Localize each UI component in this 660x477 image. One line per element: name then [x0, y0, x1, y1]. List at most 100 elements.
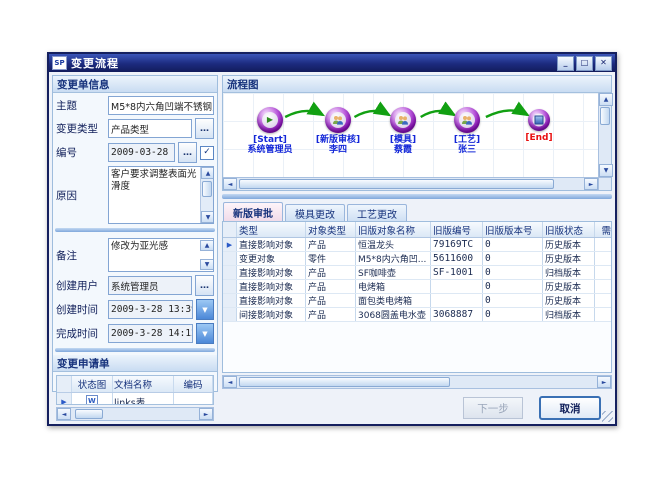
flow-node-start[interactable]: ▶ [Start] 系统管理员 [232, 107, 308, 155]
creator-browse-button[interactable]: … [195, 275, 214, 296]
number-row: 编号 2009-03-28 13:39:01 … ✓ [56, 142, 214, 163]
minimize-button[interactable]: _ [557, 56, 574, 71]
resize-grip[interactable] [602, 411, 613, 422]
creator-row: 创建用户 系统管理员 … [56, 275, 214, 296]
users-icon [332, 115, 344, 125]
spin-down-icon[interactable]: ▼ [200, 259, 214, 270]
grid-row[interactable]: 变更对象 零件 M5*8内六角凹... 5611600 0 历史版本 M5*8.… [223, 252, 611, 266]
change-order-info-panel: 变更单信息 主题 M5*8内六角凹端不锈钢紧固螺钉 变更类型 产品类型 … 编号… [52, 75, 218, 392]
subject-input[interactable]: M5*8内六角凹端不锈钢紧固螺钉 [108, 96, 214, 115]
mold-node-icon[interactable]: ▶ [390, 107, 416, 133]
change-type-browse-button[interactable]: … [195, 118, 214, 139]
row-pointer-icon [223, 294, 237, 307]
flow-vscrollbar[interactable]: ▲ ▼ [598, 93, 611, 177]
grid-row[interactable]: 间接影响对象 产品 3068圆盖电水壶 3068887 0 归档版本 [223, 308, 611, 322]
panel-splitter[interactable] [55, 348, 215, 352]
col-old-version[interactable]: 旧版版本号 [483, 222, 543, 237]
finish-time-dropdown-icon[interactable]: ▼ [196, 323, 214, 344]
number-label: 编号 [56, 145, 105, 160]
start-node-icon[interactable]: ▶ [257, 107, 283, 133]
finish-time-label: 完成时间 [56, 326, 105, 341]
col-old-number[interactable]: 旧版编号 [431, 222, 483, 237]
scroll-up-icon[interactable]: ▲ [201, 167, 214, 179]
titlebar[interactable]: SP 变更流程 _ □ ✕ [49, 54, 615, 72]
play-icon: ▶ [267, 116, 273, 124]
create-time-dropdown-icon[interactable]: ▼ [196, 299, 214, 320]
craft-node-icon[interactable]: ▶ [454, 107, 480, 133]
next-button[interactable]: 下一步 [463, 397, 523, 419]
finish-time-input[interactable]: 2009-3-28 14:12:50 [108, 324, 193, 343]
col-object-type[interactable]: 对象类型 [306, 222, 356, 237]
workflow-panel: 流程图 [222, 75, 612, 392]
grid-row[interactable]: 直接影响对象 产品 面包类电烤箱 0 历史版本 [223, 294, 611, 308]
creator-input[interactable]: 系统管理员 [108, 276, 192, 295]
window-controls: _ □ ✕ [557, 56, 612, 71]
flow-node-end[interactable]: ▶ [End] [501, 109, 577, 143]
col-doc-name[interactable]: 文档名称 [113, 376, 174, 392]
maximize-button[interactable]: □ [576, 56, 593, 71]
close-button[interactable]: ✕ [595, 56, 612, 71]
remark-row: 备注 修改为亚光感 ▲ ▼ [56, 238, 214, 272]
col-type[interactable]: 类型 [237, 222, 306, 237]
scroll-thumb[interactable] [239, 179, 554, 189]
reason-textarea[interactable]: 客户要求调整表面光滑度 ▲ ▼ [108, 166, 214, 224]
remark-label: 备注 [56, 248, 105, 263]
node-label: [End] [501, 133, 577, 143]
scroll-left-icon[interactable]: ◄ [223, 178, 237, 190]
row-pointer-icon: ▶ [223, 238, 237, 251]
col-status-icon[interactable]: 状态图 [72, 376, 113, 392]
col-need-upgrade[interactable]: 需要升版 [595, 222, 612, 237]
number-browse-button[interactable]: … [178, 142, 197, 163]
flow-hscrollbar[interactable]: ◄ ► [223, 178, 598, 190]
scroll-thumb[interactable] [239, 377, 450, 387]
row-pointer-icon [223, 266, 237, 279]
info-panel-header: 变更单信息 [53, 76, 217, 93]
node-label: [工艺] [429, 135, 505, 145]
grid-row[interactable]: 直接影响对象 产品 SF咖啡壶 SF-1001 0 归档版本 SF咖... [223, 266, 611, 280]
footer: 下一步 取消 [49, 392, 615, 424]
screen: SP 变更流程 _ □ ✕ 变更单信息 主题 M5*8内六角凹端不锈钢紧固螺钉 … [0, 0, 660, 477]
grid-row[interactable]: ▶ 直接影响对象 产品 恒温龙头 79169TC 0 历史版本 [223, 238, 611, 252]
scroll-up-icon[interactable]: ▲ [599, 93, 613, 106]
grid-hscrollbar[interactable]: ◄ ► [222, 375, 612, 389]
tab-craft-change[interactable]: 工艺更改 [347, 204, 407, 221]
scroll-thumb[interactable] [600, 107, 610, 125]
grid-header: 类型 对象类型 旧版对象名称 旧版编号 旧版版本号 旧版状态 需要升版 新版 [223, 222, 611, 238]
tab-mold-change[interactable]: 模具更改 [285, 204, 345, 221]
scroll-right-icon[interactable]: ► [597, 376, 611, 388]
change-type-input[interactable]: 产品类型 [108, 119, 192, 138]
col-old-name[interactable]: 旧版对象名称 [356, 222, 431, 237]
scroll-thumb[interactable] [202, 181, 212, 197]
window-title: 变更流程 [71, 55, 119, 71]
spin-up-icon[interactable]: ▲ [200, 240, 214, 251]
finish-time-row: 完成时间 2009-3-28 14:12:50 ▼ [56, 323, 214, 344]
change-type-row: 变更类型 产品类型 … [56, 118, 214, 139]
col-code[interactable]: 编码 [174, 376, 213, 392]
scroll-right-icon[interactable]: ► [584, 178, 598, 190]
number-input[interactable]: 2009-03-28 13:39:01 [108, 143, 175, 162]
scroll-down-icon[interactable]: ▼ [201, 211, 214, 223]
row-pointer-icon [223, 308, 237, 321]
tab-new-version-approval[interactable]: 新版审批 [223, 202, 283, 221]
change-process-window: SP 变更流程 _ □ ✕ 变更单信息 主题 M5*8内六角凹端不锈钢紧固螺钉 … [47, 52, 617, 426]
create-time-label: 创建时间 [56, 302, 105, 317]
grid-row[interactable]: 直接影响对象 产品 电烤箱 0 历史版本 [223, 280, 611, 294]
end-node-icon[interactable]: ▶ [528, 109, 550, 131]
panel-splitter[interactable] [55, 228, 215, 232]
create-time-input[interactable]: 2009-3-28 13:39:01 [108, 300, 193, 319]
number-checkbox[interactable]: ✓ [200, 146, 214, 160]
scroll-left-icon[interactable]: ◄ [223, 376, 237, 388]
reason-scrollbar[interactable]: ▲ ▼ [200, 167, 213, 223]
scroll-down-icon[interactable]: ▼ [599, 164, 613, 177]
cancel-button[interactable]: 取消 [539, 396, 601, 420]
flow-chart-canvas[interactable]: ▶ [Start] 系统管理员 [223, 93, 598, 177]
request-table-header: 状态图 文档名称 编码 [57, 376, 213, 393]
review-node-icon[interactable]: ▶ [325, 107, 351, 133]
col-old-status[interactable]: 旧版状态 [543, 222, 595, 237]
flow-node-craft[interactable]: ▶ [工艺] 张三 [429, 107, 505, 155]
remark-textarea[interactable]: 修改为亚光感 ▲ ▼ [108, 238, 214, 272]
col-extra[interactable] [213, 376, 214, 392]
app-icon: SP [52, 56, 67, 70]
request-list-header: 变更申请单 [53, 355, 217, 372]
horizontal-splitter[interactable] [222, 194, 612, 199]
